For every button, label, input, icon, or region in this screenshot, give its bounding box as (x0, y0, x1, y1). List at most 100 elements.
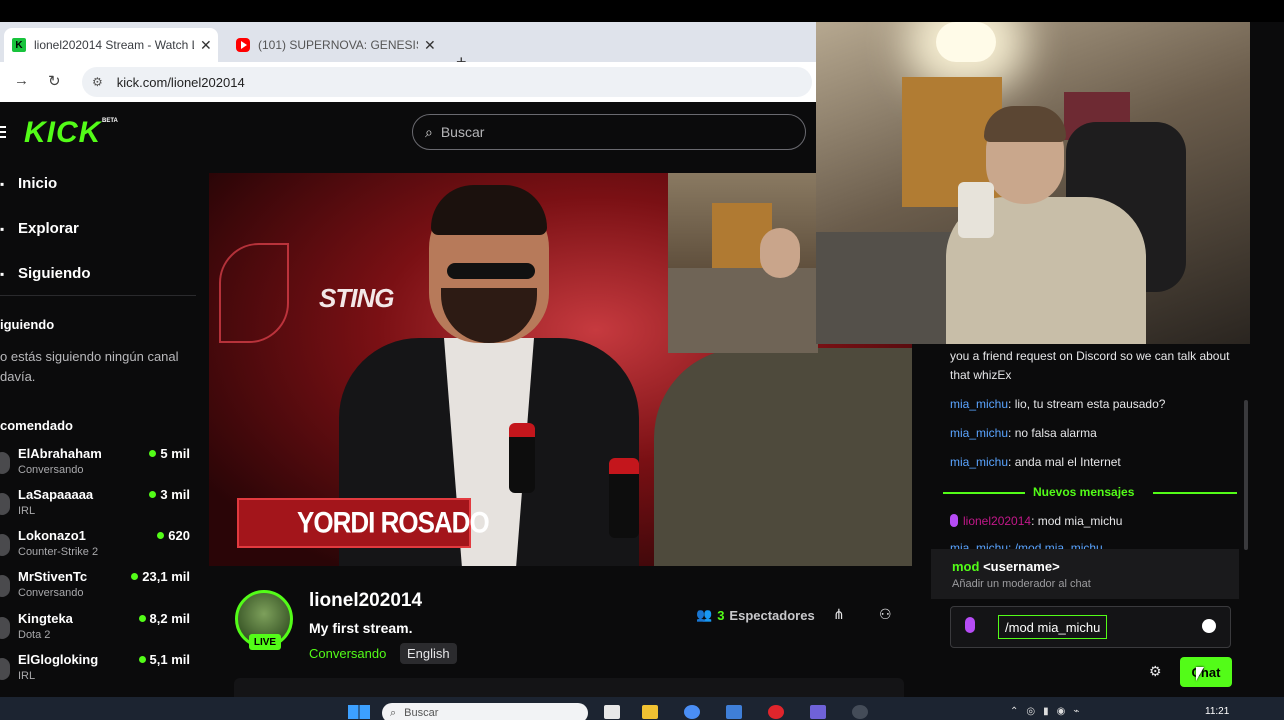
person-shape (760, 228, 800, 278)
new-messages-divider[interactable]: Nuevos mensajes (943, 483, 1237, 503)
gear-icon[interactable]: ⚙ (1149, 663, 1162, 680)
chat-message: you a friend request on Discord so we ca… (950, 347, 1235, 385)
file-explorer-icon[interactable] (642, 705, 658, 719)
chat-username[interactable]: mia_michu (950, 397, 1008, 411)
chat-panel: you a friend request on Discord so we ca… (931, 344, 1250, 697)
recommended-channel[interactable]: ElGlogloking IRL 5,1 mil (0, 652, 200, 692)
message-text: : lio, tu stream esta pausado? (1008, 397, 1166, 411)
person-hair (431, 185, 547, 235)
viewer-count-text: 3 mil (160, 487, 190, 502)
webcam-overlay (816, 22, 1250, 344)
forward-arrow-icon[interactable]: → (14, 72, 29, 89)
taskbar-search-placeholder: Buscar (404, 707, 439, 719)
viewer-count: 5 mil (149, 446, 190, 461)
chat-message: mia_michu: anda mal el Internet (950, 453, 1235, 472)
sidebar-item-explorar[interactable]: ▪ Explorar (0, 220, 79, 237)
search-input[interactable]: ⌕ Buscar (412, 114, 806, 150)
message-text: : mod mia_michu (1031, 514, 1123, 528)
menu-icon[interactable] (0, 126, 6, 141)
chat-username[interactable]: mia_michu (950, 426, 1008, 440)
address-bar[interactable]: ⚙ kick.com/lionel202014 (82, 67, 812, 97)
taskbar-search[interactable]: ⌕ Buscar (382, 703, 588, 720)
browser-tab-strip: K lionel202014 Stream - Watch Li ✕ (101)… (0, 22, 820, 72)
chrome-icon[interactable] (684, 705, 700, 719)
following-heading: iguiendo (0, 317, 55, 332)
reload-icon[interactable]: ↻ (48, 72, 61, 90)
microphone-icon (609, 458, 639, 538)
kick-logo[interactable]: KICK (24, 116, 101, 150)
add-user-icon[interactable]: ⚇ (879, 606, 892, 623)
home-icon: ▪ (0, 176, 5, 191)
close-tab-icon[interactable]: ✕ (424, 37, 436, 54)
sidebar-item-siguiendo[interactable]: ▪ Siguiendo (0, 265, 91, 282)
tab-title: lionel202014 Stream - Watch Li (34, 38, 194, 52)
channel-category: Conversando (18, 587, 84, 599)
top-black-bar (0, 0, 1284, 22)
command-name: mod (952, 559, 980, 574)
site-settings-icon[interactable]: ⚙ (92, 75, 103, 89)
recommended-channel[interactable]: LaSapaaaaa IRL 3 mil (0, 487, 200, 527)
following-empty-note: o estás siguiendo ningún canal davía. (0, 349, 179, 384)
person-hair (984, 106, 1066, 142)
browser-toolbar: → ↻ ⚙ kick.com/lionel202014 (0, 62, 820, 102)
viewer-count-text: 8,2 mil (149, 611, 190, 626)
compass-icon: ▪ (0, 221, 5, 236)
command-suggestion[interactable]: mod <username> Añadir un moderador al ch… (931, 549, 1239, 599)
message-text: you a friend request on Discord so we ca… (950, 349, 1230, 382)
channel-name: Lokonazo1 (18, 528, 86, 543)
sidebar-item-label: Inicio (18, 175, 58, 192)
recommended-channel[interactable]: Kingteka Dota 2 8,2 mil (0, 611, 200, 651)
kick-header: KICK BETA ⌕ Buscar (0, 102, 820, 162)
opera-icon[interactable] (768, 705, 784, 719)
close-tab-icon[interactable]: ✕ (200, 37, 212, 54)
viewer-count: 8,2 mil (138, 611, 190, 626)
recommended-channel[interactable]: MrStivenTc Conversando 23,1 mil (0, 569, 200, 609)
channel-name: Kingteka (18, 611, 73, 626)
microphone-icon (509, 423, 535, 493)
sidebar-item-inicio[interactable]: ▪ Inicio (0, 175, 57, 192)
language-tag[interactable]: English (400, 643, 457, 664)
viewer-count-text: 5 mil (160, 446, 190, 461)
channel-info: LIVE lionel202014 My first stream. Conve… (209, 566, 931, 697)
live-badge: LIVE (249, 634, 281, 650)
clock[interactable]: 11:21 (1205, 706, 1229, 717)
chat-input-value[interactable]: /mod mia_michu (998, 615, 1108, 639)
divider-line (1153, 492, 1237, 494)
chat-input[interactable]: /mod mia_michu (950, 606, 1231, 648)
avatar (0, 493, 10, 515)
live-dot-icon (157, 532, 165, 539)
avatar (0, 575, 10, 597)
share-icon[interactable]: ⋔ (833, 606, 845, 623)
chat-username[interactable]: mia_michu (950, 455, 1008, 469)
recommended-channel[interactable]: ElAbrahaham Conversando 5 mil (0, 446, 200, 486)
chat-message: lionel202014: mod mia_michu (950, 512, 1235, 531)
beta-badge: BETA (102, 118, 118, 124)
sidebar-item-label: Explorar (18, 220, 79, 237)
channel-name[interactable]: lionel202014 (309, 590, 422, 612)
channel-category: IRL (18, 670, 36, 682)
windows-start-icon[interactable] (348, 705, 370, 719)
live-dot-icon (138, 656, 146, 663)
chat-username[interactable]: lionel202014 (963, 514, 1031, 528)
person-sunglasses (447, 263, 535, 279)
phone-shape (958, 182, 994, 238)
viewer-count: 3 (717, 607, 725, 623)
avatar (0, 658, 10, 680)
channel-category: Counter-Strike 2 (18, 546, 99, 558)
stream-category[interactable]: Conversando (309, 646, 386, 661)
store-icon[interactable] (726, 705, 742, 719)
send-chat-button[interactable]: Chat (1180, 657, 1232, 687)
app-icon[interactable] (852, 705, 868, 719)
heart-icon: ▪ (0, 266, 5, 281)
ceiling-light (936, 22, 996, 62)
chat-scrollbar[interactable] (1244, 400, 1248, 550)
tab-kick-stream[interactable]: K lionel202014 Stream - Watch Li ✕ (4, 28, 218, 62)
recommended-channel[interactable]: Lokonazo1 Counter-Strike 2 620 (0, 528, 200, 568)
teams-icon[interactable] (810, 705, 826, 719)
tab-youtube[interactable]: (101) SUPERNOVA: GENESIS - Y ✕ (228, 28, 442, 62)
chat-message: mia_michu: no falsa alarma (950, 424, 1235, 443)
task-view-icon[interactable] (604, 705, 620, 719)
viewer-count-text: 5,1 mil (149, 652, 190, 667)
emoji-icon[interactable] (1202, 619, 1216, 633)
system-tray-icons[interactable]: ⌃◎▮◉⌁ (1010, 706, 1087, 717)
